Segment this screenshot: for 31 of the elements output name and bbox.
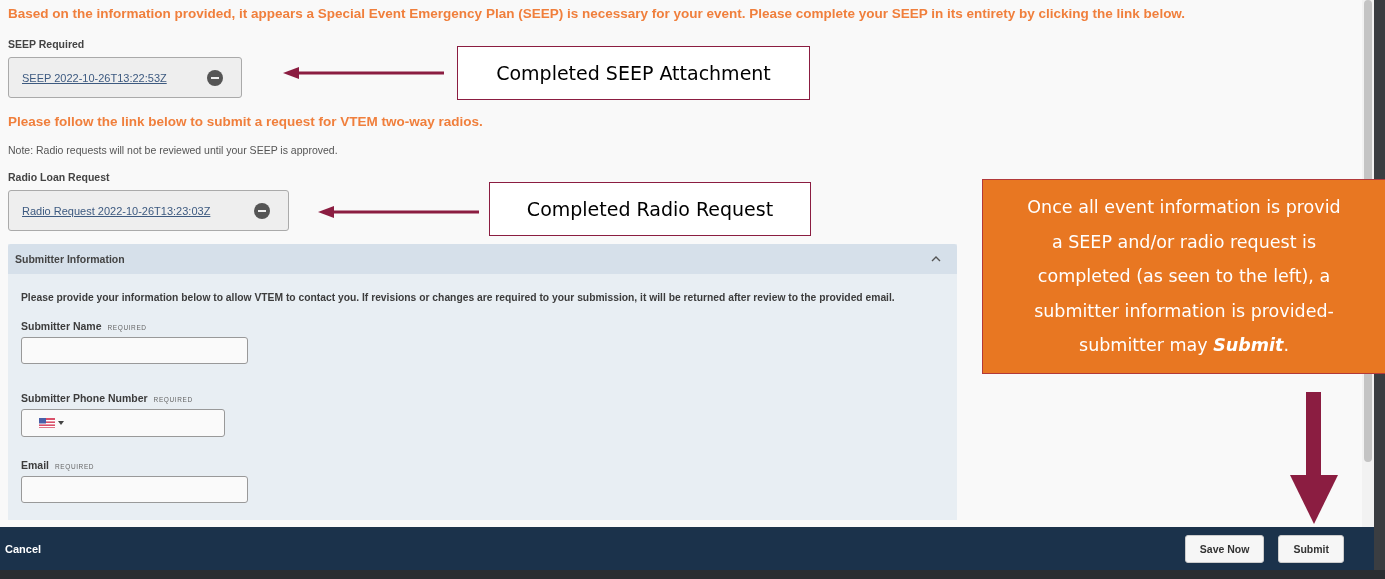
callout-text: a SEEP and/or radio request is bbox=[1051, 230, 1317, 254]
cancel-button[interactable]: Cancel bbox=[5, 542, 42, 555]
caret-icon[interactable] bbox=[58, 421, 64, 425]
attachment-link[interactable]: Radio Request 2022-10-26T13:23:03Z bbox=[22, 204, 211, 217]
chevron-icon[interactable] bbox=[931, 256, 941, 262]
footer-button[interactable]: Submit bbox=[1278, 534, 1344, 563]
footer-button[interactable]: Save Now bbox=[1184, 534, 1265, 563]
field-label: Submitter Name bbox=[21, 320, 102, 332]
input-field[interactable] bbox=[21, 476, 248, 503]
annotation-text: Completed SEEP Attachment bbox=[457, 46, 810, 100]
notice-text: Please follow the link below to submit a request for VTEM two-way radios. bbox=[8, 114, 484, 129]
notice-text: Based on the information provided, it appears a Special Event Emergency Plan (SEEP) is necessary for your event. Please complete your SEEP in its entirety by clicking the link below. bbox=[8, 6, 1187, 21]
callout-text: completed (as seen to the left), a bbox=[1037, 265, 1331, 289]
field-label: SEEP Required bbox=[8, 38, 86, 50]
note-text: Note: Radio requests will not be reviewed until your SEEP is approved. bbox=[8, 144, 339, 156]
remove-icon[interactable] bbox=[207, 69, 223, 86]
panel-header[interactable]: Submitter Information bbox=[8, 244, 957, 274]
attachment-link[interactable]: SEEP 2022-10-26T13:22:53Z bbox=[22, 71, 167, 84]
phone-field[interactable] bbox=[21, 409, 225, 437]
field-label: Radio Loan Request bbox=[8, 171, 111, 183]
remove-icon[interactable] bbox=[254, 202, 270, 219]
flag-icon[interactable] bbox=[39, 418, 55, 428]
description-text: Please provide your information below to allow VTEM to contact you. If revisions or changes are required to your submission, it will be returned after review to the provided email. bbox=[21, 292, 896, 303]
callout-text: submitter information is provided- bbox=[1034, 299, 1334, 323]
callout-text: Once all event information is provid bbox=[1027, 196, 1341, 220]
field-label: Submitter Phone Number bbox=[21, 392, 148, 404]
field-label: Email bbox=[21, 459, 49, 471]
panel-title: Submitter Information bbox=[15, 253, 125, 265]
input-field[interactable] bbox=[21, 337, 248, 364]
callout-text: submitter may Submit. bbox=[1079, 334, 1289, 358]
annotation-text: Completed Radio Request bbox=[489, 182, 811, 236]
